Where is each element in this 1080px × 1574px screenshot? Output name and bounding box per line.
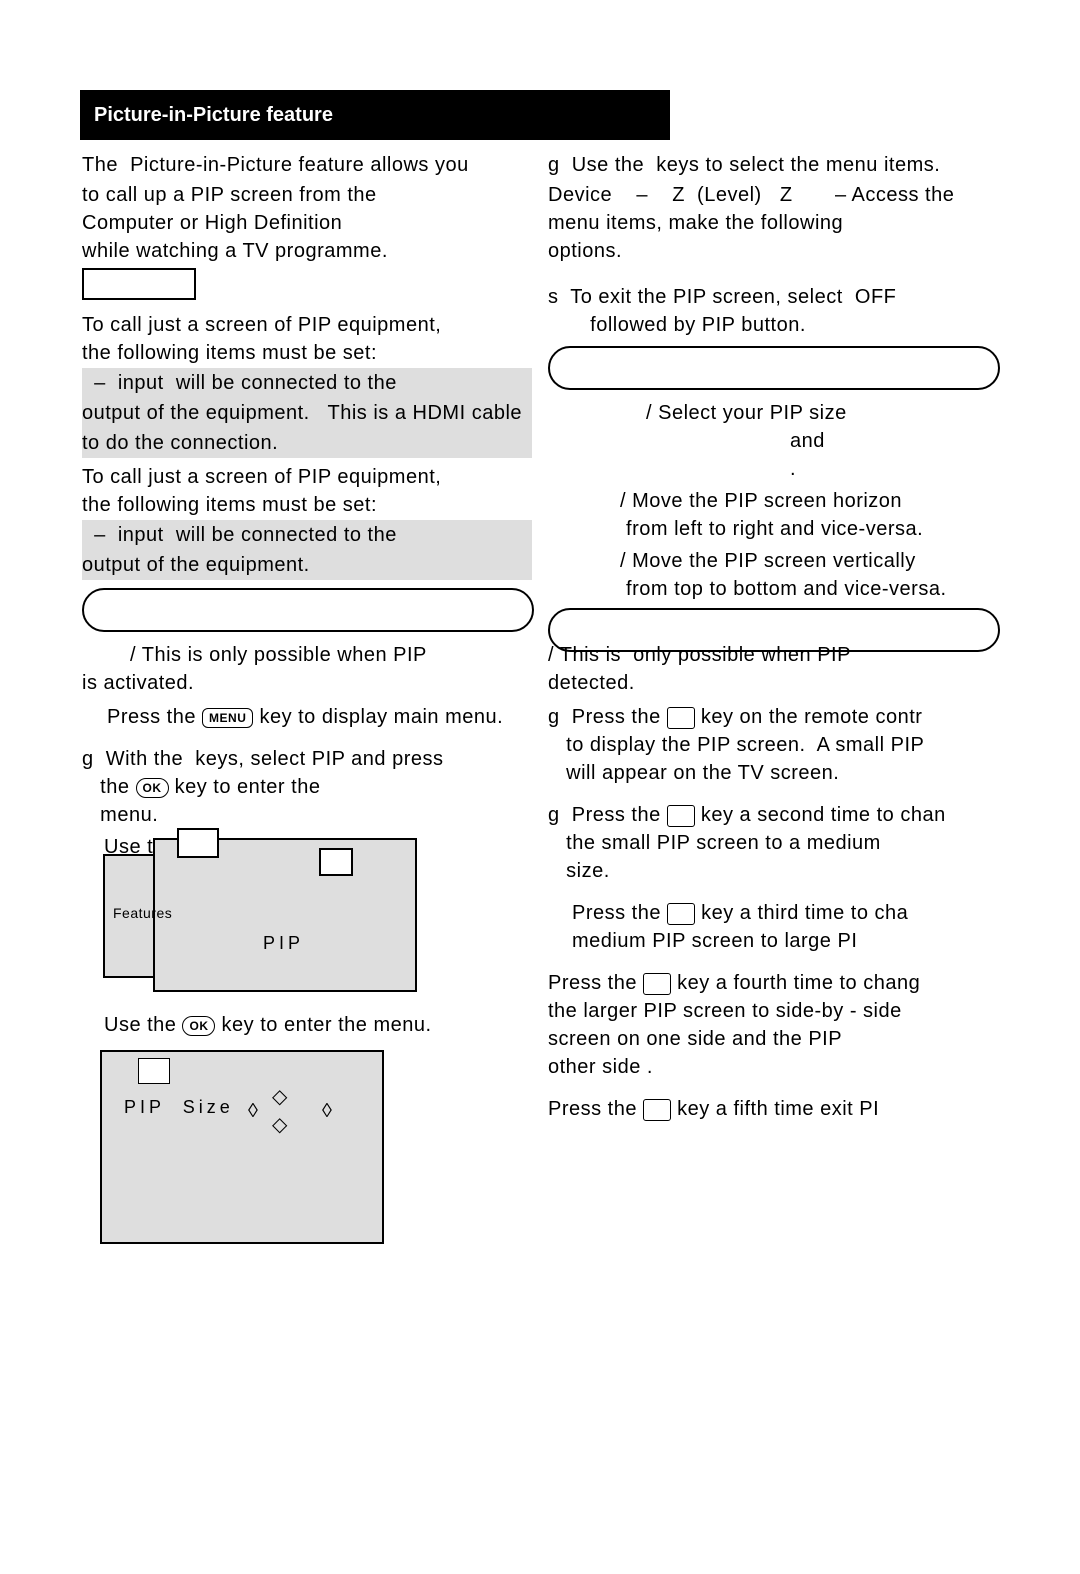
r-d5: Press the key a fifth time exit PI xyxy=(548,1094,879,1124)
pip-size-diagram: PIP Size ◇ ◇ ◊ ◊ xyxy=(100,1050,384,1244)
step1: Press the MENU key to display main menu. xyxy=(107,702,503,732)
section-header: Picture-in-Picture feature xyxy=(80,90,670,140)
para-2: to call up a PIP screen from the xyxy=(82,180,377,210)
pip-a: To call just a screen of PIP equipment, xyxy=(82,310,441,340)
pip-c: To call just a screen of PIP equipment, xyxy=(82,462,441,492)
pip-layout-diagram: Features PIP xyxy=(93,818,423,993)
r-m2: / Move the PIP screen vertically xyxy=(620,546,916,576)
activation-box xyxy=(82,268,196,300)
r-d4c: screen on one side and the PIP xyxy=(548,1024,842,1054)
para-3: Computer or High Definition xyxy=(82,208,342,238)
arrow-down-icon: ◇ xyxy=(272,1110,288,1140)
r-d2: g Press the key a second time to chan xyxy=(548,800,946,830)
remote-key-icon-d[interactable] xyxy=(643,973,671,995)
r-p4: options. xyxy=(548,236,622,266)
r-d4d: other side . xyxy=(548,1052,653,1082)
rounded-box-left xyxy=(82,588,534,632)
highlight-1c: to do the connection. xyxy=(82,428,532,458)
para-1: The Picture-in-Picture feature allows yo… xyxy=(82,150,469,180)
highlight-2b: output of the equipment. xyxy=(82,550,532,580)
r-note2: detected. xyxy=(548,668,635,698)
ok-key-b[interactable]: OK xyxy=(182,1016,215,1036)
diagram-label-b: PIP xyxy=(263,928,304,958)
note-a: / This is only possible when PIP xyxy=(130,640,427,670)
step4: Use the OK key to enter the menu. xyxy=(104,1010,432,1040)
r-d1c: will appear on the TV screen. xyxy=(548,758,839,788)
r-size-dot: . xyxy=(790,454,796,484)
r-p2: Device – Z (Level) Z – Access the xyxy=(548,180,954,210)
r-d3b: medium PIP screen to large PI xyxy=(572,926,857,956)
arrow-side-icon: ◊ xyxy=(322,1096,332,1126)
r-size-and: and xyxy=(790,426,825,456)
highlight-2a: – input will be connected to the xyxy=(82,520,532,550)
r-exit1: s To exit the PIP screen, select OFF xyxy=(548,282,896,312)
highlight-1a: – input will be connected to the xyxy=(82,368,532,398)
r-d4b: the larger PIP screen to side-by - side xyxy=(548,996,902,1026)
r-d2b: the small PIP screen to a medium xyxy=(548,828,881,858)
arrow-side-icon-b: ◊ xyxy=(248,1096,258,1126)
note-b: is activated. xyxy=(82,668,194,698)
r-exit2: followed by PIP button. xyxy=(572,310,806,340)
remote-key-icon-b[interactable] xyxy=(667,805,695,827)
r-d1: g Press the key on the remote contr xyxy=(548,702,922,732)
pip-d: the following items must be set: xyxy=(82,490,377,520)
remote-key-icon-c[interactable] xyxy=(667,903,695,925)
remote-key-icon[interactable] xyxy=(667,707,695,729)
r-p1: g Use the keys to select the menu items. xyxy=(548,150,940,180)
r-size: / Select your PIP size xyxy=(646,398,847,428)
r-d1b: to display the PIP screen. A small PIP xyxy=(548,730,924,760)
pip-b: the following items must be set: xyxy=(82,338,377,368)
r-m2b: from top to bottom and vice-versa. xyxy=(620,574,947,604)
step2b: the OK key to enter the xyxy=(82,772,320,802)
para-4: while watching a TV programme. xyxy=(82,236,388,266)
step2a: g With the keys, select PIP and press xyxy=(82,744,444,774)
menu-key[interactable]: MENU xyxy=(202,708,253,728)
r-d3: Press the key a third time to cha xyxy=(572,898,908,928)
r-m1: / Move the PIP screen horizon xyxy=(620,486,902,516)
r-d2c: size. xyxy=(548,856,610,886)
r-p3: menu items, make the following xyxy=(548,208,843,238)
rounded-box-r1 xyxy=(548,346,1000,390)
r-d4: Press the key a fourth time to chang xyxy=(548,968,920,998)
highlight-1b: output of the equipment. This is a HDMI … xyxy=(82,398,532,428)
remote-key-icon-e[interactable] xyxy=(643,1099,671,1121)
pip-size-label: PIP Size xyxy=(124,1092,234,1122)
r-m1b: from left to right and vice-versa. xyxy=(620,514,923,544)
arrow-up-icon: ◇ xyxy=(272,1082,288,1112)
r-note: / This is only possible when PIP xyxy=(548,640,851,670)
diagram-label-a: Features xyxy=(113,898,172,928)
ok-key-a[interactable]: OK xyxy=(136,778,169,798)
